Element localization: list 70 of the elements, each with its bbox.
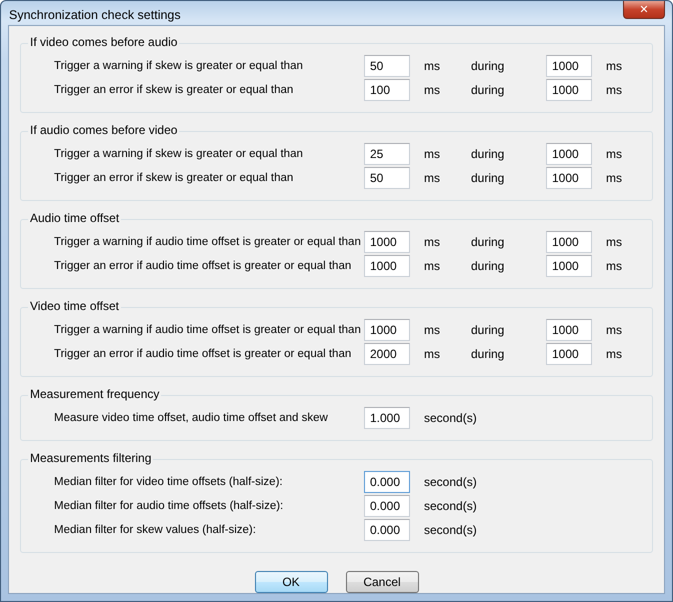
- group-title: Video time offset: [28, 299, 121, 313]
- unit-label: ms: [423, 323, 441, 337]
- during-label: during: [471, 347, 506, 361]
- input-field[interactable]: 0.000: [364, 519, 410, 541]
- group-title: Audio time offset: [28, 211, 122, 225]
- setting-label: Trigger a warning if skew is greater or equal than: [54, 60, 304, 72]
- setting-label: Trigger a warning if skew is greater or equal than: [54, 148, 304, 160]
- unit-label: ms: [605, 83, 623, 97]
- setting-label: Trigger an error if audio time offset is greater or equal than: [54, 348, 352, 360]
- setting-label: Trigger an error if skew is greater or equal than: [54, 84, 294, 96]
- setting-label: Trigger an error if skew is greater or equal than: [54, 172, 294, 184]
- input-field[interactable]: 1000: [546, 343, 592, 365]
- setting-label: Median filter for audio time offsets (half-size):: [54, 500, 284, 512]
- setting-label: Median filter for skew values (half-size):: [54, 524, 257, 536]
- dialog-button[interactable]: OK: [254, 571, 328, 593]
- unit-label: ms: [605, 59, 623, 73]
- during-label: during: [471, 323, 506, 337]
- group-title: If audio comes before video: [28, 123, 180, 137]
- unit-label: ms: [423, 147, 441, 161]
- during-label: during: [471, 259, 506, 273]
- setting-label: Trigger an error if audio time offset is greater or equal than: [54, 260, 352, 272]
- group-title: Measurement frequency: [28, 387, 162, 401]
- unit-label: ms: [605, 171, 623, 185]
- unit-label: ms: [605, 147, 623, 161]
- input-field[interactable]: 2000: [364, 343, 410, 365]
- during-label: during: [471, 171, 506, 185]
- unit-label: ms: [423, 171, 441, 185]
- unit-label: ms: [423, 83, 441, 97]
- unit-label: second(s): [423, 523, 478, 537]
- setting-label: Trigger a warning if audio time offset is greater or equal than: [54, 324, 362, 336]
- unit-label: second(s): [423, 411, 478, 425]
- unit-label: second(s): [423, 475, 478, 489]
- input-field[interactable]: 1000: [546, 255, 592, 277]
- unit-label: ms: [423, 259, 441, 273]
- input-field[interactable]: 0.000: [364, 471, 410, 493]
- input-field[interactable]: 1000: [546, 79, 592, 101]
- unit-label: ms: [423, 347, 441, 361]
- unit-label: ms: [605, 235, 623, 249]
- input-field[interactable]: 1000: [364, 255, 410, 277]
- input-field[interactable]: 50: [364, 167, 410, 189]
- during-label: during: [471, 83, 506, 97]
- input-field[interactable]: 1000: [364, 319, 410, 341]
- input-field[interactable]: 1000: [546, 319, 592, 341]
- unit-label: ms: [423, 59, 441, 73]
- during-label: during: [471, 235, 506, 249]
- unit-label: ms: [605, 347, 623, 361]
- input-field[interactable]: 1000: [546, 55, 592, 77]
- input-field[interactable]: 1000: [364, 231, 410, 253]
- input-field[interactable]: 100: [364, 79, 410, 101]
- unit-label: ms: [423, 235, 441, 249]
- dialog-button[interactable]: Cancel: [346, 571, 418, 593]
- input-field[interactable]: 50: [364, 55, 410, 77]
- input-field[interactable]: 1000: [546, 143, 592, 165]
- input-field[interactable]: 1000: [546, 167, 592, 189]
- input-field[interactable]: 25: [364, 143, 410, 165]
- close-button[interactable]: ✕: [623, 1, 665, 19]
- during-label: during: [471, 59, 506, 73]
- unit-label: second(s): [423, 499, 478, 513]
- setting-label: Measure video time offset, audio time offset and skew: [54, 412, 329, 424]
- unit-label: ms: [605, 323, 623, 337]
- group-title: Measurements filtering: [28, 451, 154, 465]
- during-label: during: [471, 147, 506, 161]
- setting-label: Trigger a warning if audio time offset is greater or equal than: [54, 236, 362, 248]
- unit-label: ms: [605, 259, 623, 273]
- group-title: If video comes before audio: [28, 35, 180, 49]
- setting-label: Median filter for video time offsets (half-size):: [54, 476, 284, 488]
- input-field[interactable]: 0.000: [364, 495, 410, 517]
- input-field[interactable]: 1000: [546, 231, 592, 253]
- input-field[interactable]: 1.000: [364, 407, 410, 429]
- window-title: Synchronization check settings: [9, 8, 181, 22]
